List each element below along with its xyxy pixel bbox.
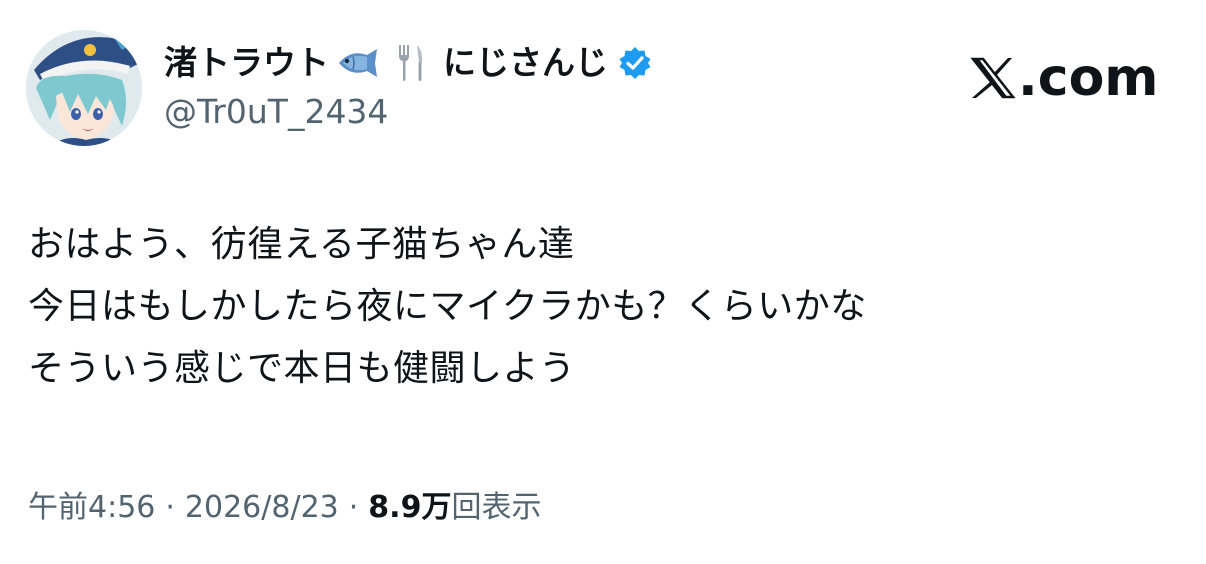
x-com-watermark: .com [970,48,1170,108]
tweet-meta: 午前4:56 · 2026/8/23 · 8.9万回表示 [28,485,541,531]
tweet-line: おはよう、彷徨える子猫ちゃん達 [28,224,575,265]
avatar[interactable] [26,30,142,146]
avatar-image [26,30,142,146]
tweet-line: 今日はもしかしたら夜にマイクラかも？くらいかな [28,286,867,327]
meta-separator: · [165,490,175,525]
fork-and-knife-icon [389,43,433,83]
tweet-line: そういう感じで本日も健闘しよう [28,348,576,389]
brand-domain-text: .com [1018,48,1159,108]
views-label: 回表示 [451,490,542,525]
tweet-time[interactable]: 午前4:56 [28,490,155,525]
views-count: 8.9 [368,490,422,525]
fish-icon [337,43,381,83]
views-unit: 万 [421,490,452,525]
tweet-text: おはよう、彷徨える子猫ちゃん達 今日はもしかしたら夜にマイクラかも？くらいかな … [28,214,1178,400]
user-name-row[interactable]: 渚トラウト にじさんじ [164,40,652,86]
tweet-date[interactable]: 2026/8/23 [185,490,339,525]
x-logo-icon [970,57,1016,99]
display-name[interactable]: 渚トラウト [164,40,329,86]
affiliation-label[interactable]: にじさんじ [443,40,608,86]
verified-badge-icon [618,46,652,80]
meta-separator: · [348,490,359,525]
user-handle[interactable]: @Tr0uT_2434 [164,90,388,134]
